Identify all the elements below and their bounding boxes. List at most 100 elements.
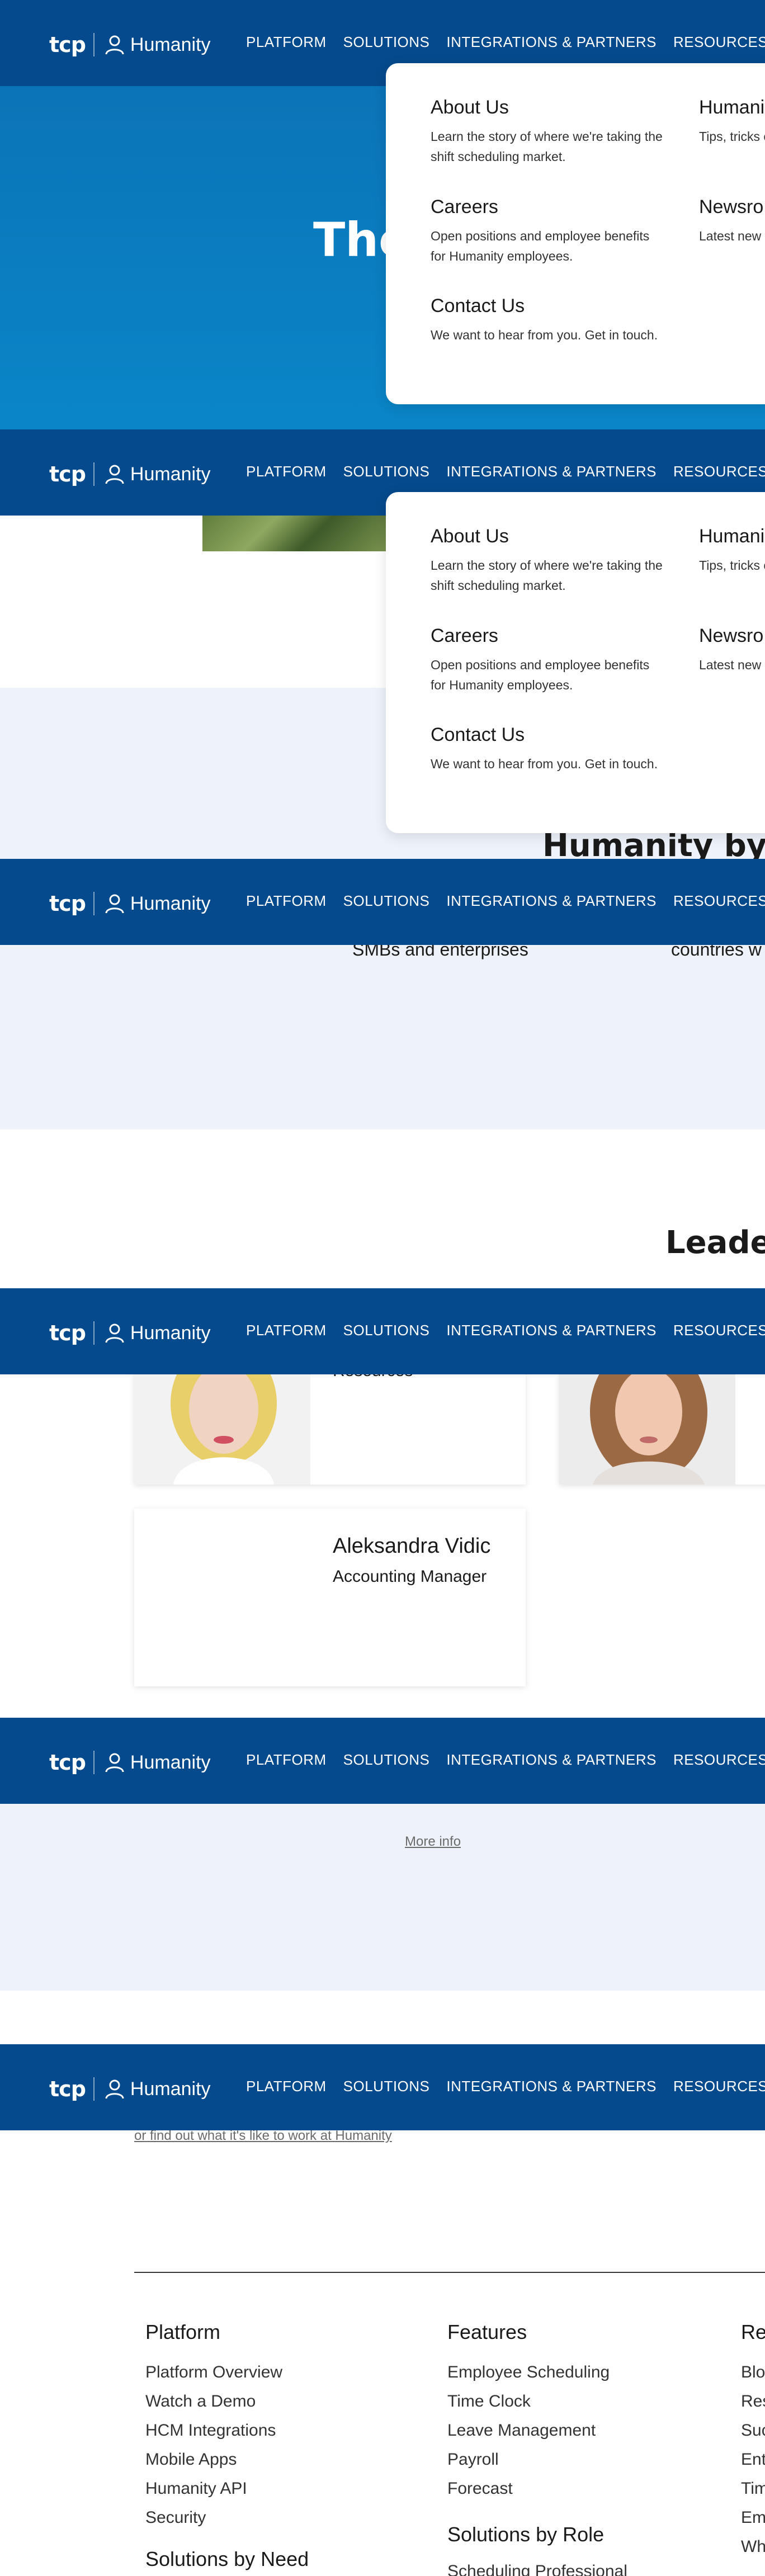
- footer-link[interactable]: Watch a Demo: [145, 2392, 256, 2411]
- top-navigation: tcp Humanity PLATFORM SOLUTIONS INTEGRAT…: [0, 1718, 765, 1804]
- menu-solutions[interactable]: SOLUTIONS: [343, 1322, 430, 1339]
- menu-integrations-partners[interactable]: INTEGRATIONS & PARTNERS: [446, 1322, 657, 1339]
- dropdown-item-title: About Us: [431, 526, 509, 547]
- page: The tcp Humanity PLATFORM SOLUTIONS INTE…: [0, 0, 765, 2576]
- main-menu: PLATFORM SOLUTIONS INTEGRATIONS & PARTNE…: [246, 1751, 765, 1769]
- footer-link[interactable]: Forecast: [447, 2479, 513, 2498]
- more-info-link[interactable]: More info: [405, 1834, 461, 1850]
- footer-link[interactable]: Humanity API: [145, 2479, 247, 2498]
- menu-integrations-partners[interactable]: INTEGRATIONS & PARTNERS: [446, 892, 657, 910]
- logo-divider: [93, 462, 95, 486]
- tcp-logo: tcp: [49, 1321, 86, 1345]
- careers-link[interactable]: or find out what it's like to work at Hu…: [134, 2128, 392, 2144]
- menu-resources[interactable]: RESOURCES: [673, 892, 765, 910]
- menu-platform[interactable]: PLATFORM: [246, 1751, 327, 1769]
- footer-link[interactable]: Time Clock: [447, 2392, 531, 2411]
- logo[interactable]: tcp Humanity: [49, 1321, 211, 1345]
- dropdown-about-us[interactable]: About Us Learn the story of where we're …: [431, 526, 665, 595]
- tcp-logo: tcp: [49, 1750, 86, 1775]
- menu-resources[interactable]: RESOURCES: [673, 1322, 765, 1339]
- logo-divider: [93, 1321, 95, 1345]
- top-navigation: tcp Humanity PLATFORM SOLUTIONS INTEGRAT…: [0, 1288, 765, 1374]
- menu-integrations-partners[interactable]: INTEGRATIONS & PARTNERS: [446, 2078, 657, 2095]
- footer-link[interactable]: Scheduling Professional: [447, 2562, 627, 2576]
- dropdown-item-title: Humani: [699, 97, 765, 118]
- menu-platform[interactable]: PLATFORM: [246, 463, 327, 480]
- dropdown-item-title: Newsro: [699, 625, 764, 646]
- menu-resources[interactable]: RESOURCES: [673, 1751, 765, 1769]
- footer-link[interactable]: Blo: [741, 2363, 765, 2382]
- brand-name: Humanity: [130, 34, 211, 55]
- menu-integrations-partners[interactable]: INTEGRATIONS & PARTNERS: [446, 463, 657, 480]
- footer-link[interactable]: Employee Scheduling: [447, 2363, 610, 2382]
- dropdown-item-desc: Learn the story of where we're taking th…: [431, 558, 663, 593]
- dropdown-item-title: Careers: [431, 625, 498, 646]
- dropdown-newsroom[interactable]: Newsro Latest new company a: [699, 196, 765, 246]
- menu-resources[interactable]: RESOURCES: [673, 463, 765, 480]
- footer-link[interactable]: Platform Overview: [145, 2363, 282, 2382]
- more-info-section: [0, 1803, 765, 1991]
- menu-solutions[interactable]: SOLUTIONS: [343, 1751, 430, 1769]
- footer-link[interactable]: Mobile Apps: [145, 2450, 237, 2469]
- user-icon: [105, 1324, 124, 1343]
- dropdown-item-title: Careers: [431, 196, 498, 218]
- dropdown-newsroom[interactable]: Newsro Latest new company a: [699, 625, 765, 675]
- dropdown-humanity-blog[interactable]: Humani Tips, tricks offered we: [699, 97, 765, 146]
- footer-link[interactable]: Leave Management: [447, 2421, 596, 2440]
- menu-platform[interactable]: PLATFORM: [246, 892, 327, 910]
- menu-solutions[interactable]: SOLUTIONS: [343, 892, 430, 910]
- dropdown-careers[interactable]: Careers Open positions and employee bene…: [431, 196, 665, 266]
- dropdown-item-desc: We want to hear from you. Get in touch.: [431, 328, 658, 342]
- footer-link[interactable]: Ent: [741, 2450, 765, 2469]
- footer-heading-features: Features: [447, 2320, 527, 2343]
- menu-resources[interactable]: RESOURCES: [673, 2078, 765, 2095]
- dropdown-item-desc: Learn the story of where we're taking th…: [431, 129, 663, 164]
- dropdown-contact-us[interactable]: Contact Us We want to hear from you. Get…: [431, 724, 665, 774]
- footer-heading-platform: Platform: [145, 2320, 221, 2343]
- company-dropdown: About Us Learn the story of where we're …: [386, 492, 765, 833]
- menu-integrations-partners[interactable]: INTEGRATIONS & PARTNERS: [446, 34, 657, 51]
- leadership-title: Leade: [665, 1225, 765, 1261]
- main-menu: PLATFORM SOLUTIONS INTEGRATIONS & PARTNE…: [246, 2078, 765, 2095]
- footer-link[interactable]: Wh: [741, 2537, 765, 2556]
- menu-platform[interactable]: PLATFORM: [246, 34, 327, 51]
- dropdown-about-us[interactable]: About Us Learn the story of where we're …: [431, 97, 665, 167]
- menu-platform[interactable]: PLATFORM: [246, 1322, 327, 1339]
- logo[interactable]: tcp Humanity: [49, 1750, 211, 1775]
- brand-name: Humanity: [130, 2078, 211, 2100]
- dropdown-item-desc: Tips, tricks offered we: [699, 558, 765, 573]
- dropdown-humanity-blog[interactable]: Humani Tips, tricks offered we: [699, 526, 765, 575]
- user-icon: [105, 465, 124, 484]
- footer-link[interactable]: Em: [741, 2508, 765, 2527]
- menu-solutions[interactable]: SOLUTIONS: [343, 463, 430, 480]
- footer-divider: [134, 2272, 765, 2273]
- dropdown-item-title: About Us: [431, 97, 509, 118]
- dropdown-contact-us[interactable]: Contact Us We want to hear from you. Get…: [431, 295, 665, 345]
- logo-divider: [93, 33, 95, 56]
- footer-link[interactable]: Suc: [741, 2421, 765, 2440]
- logo[interactable]: tcp Humanity: [49, 891, 211, 916]
- logo[interactable]: tcp Humanity: [49, 32, 211, 57]
- footer-link[interactable]: Security: [145, 2508, 206, 2527]
- logo[interactable]: tcp Humanity: [49, 2077, 211, 2101]
- logo[interactable]: tcp Humanity: [49, 462, 211, 486]
- tcp-logo: tcp: [49, 891, 86, 916]
- menu-integrations-partners[interactable]: INTEGRATIONS & PARTNERS: [446, 1751, 657, 1769]
- dropdown-careers[interactable]: Careers Open positions and employee bene…: [431, 625, 665, 695]
- footer-link[interactable]: Tim: [741, 2479, 765, 2498]
- team-member-name: Aleksandra Vidic: [333, 1534, 491, 1558]
- footer-link[interactable]: Payroll: [447, 2450, 499, 2469]
- menu-resources[interactable]: RESOURCES: [673, 34, 765, 51]
- logo-divider: [93, 2077, 95, 2101]
- footer-link[interactable]: Res: [741, 2392, 765, 2411]
- team-card: Aleksandra Vidic Accounting Manager: [134, 1509, 526, 1686]
- team-photo: [202, 514, 387, 551]
- dropdown-item-title: Newsro: [699, 196, 764, 218]
- menu-solutions[interactable]: SOLUTIONS: [343, 2078, 430, 2095]
- footer-link[interactable]: HCM Integrations: [145, 2421, 276, 2440]
- tcp-logo: tcp: [49, 462, 86, 486]
- menu-solutions[interactable]: SOLUTIONS: [343, 34, 430, 51]
- menu-platform[interactable]: PLATFORM: [246, 2078, 327, 2095]
- dropdown-item-desc: Latest new company a: [699, 229, 765, 243]
- user-icon: [105, 1753, 124, 1773]
